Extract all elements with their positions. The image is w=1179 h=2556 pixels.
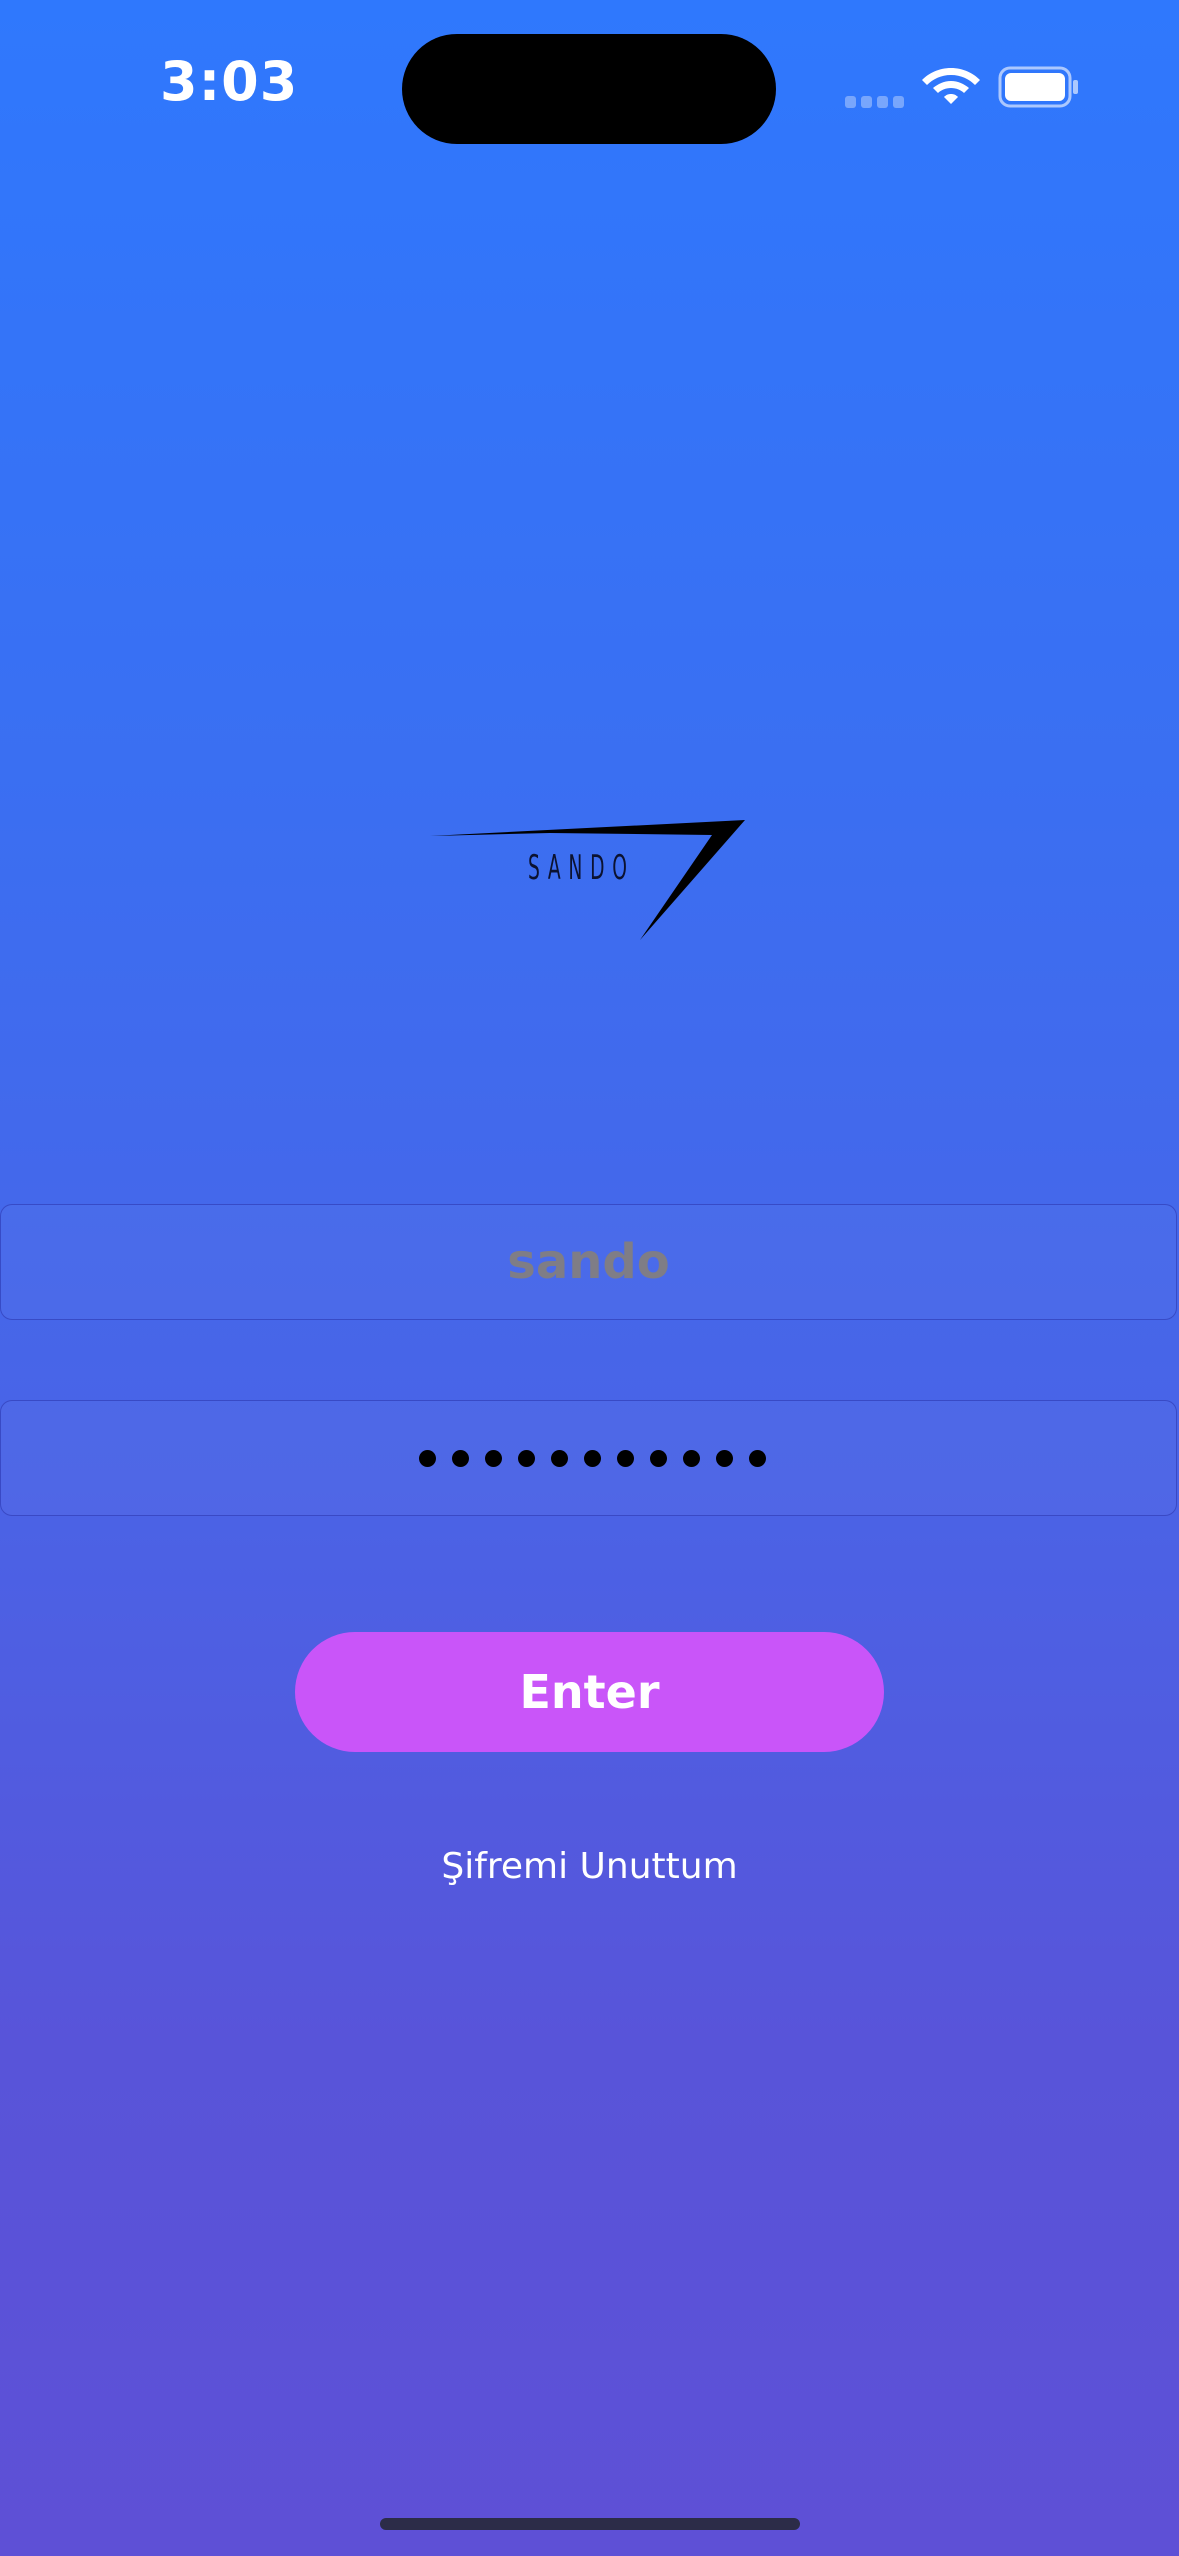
username-value: sando xyxy=(507,1234,670,1290)
cellular-signal-icon xyxy=(845,96,905,108)
password-dot xyxy=(518,1449,535,1467)
password-dot xyxy=(452,1449,469,1467)
password-dot xyxy=(485,1449,502,1467)
password-dot xyxy=(683,1449,700,1467)
battery-icon xyxy=(998,66,1078,108)
username-field[interactable]: sando xyxy=(0,1204,1177,1320)
wifi-icon xyxy=(922,68,980,104)
password-dot xyxy=(419,1449,436,1467)
password-dot xyxy=(716,1449,733,1467)
password-dot xyxy=(749,1449,766,1467)
forgot-password-link[interactable]: Şifremi Unuttum xyxy=(0,1846,1179,1887)
password-dot xyxy=(584,1449,601,1467)
password-dot xyxy=(617,1449,634,1467)
password-mask xyxy=(419,1449,766,1467)
logo-wordmark: SANDO xyxy=(528,848,635,888)
status-time: 3:03 xyxy=(160,50,299,113)
dynamic-island xyxy=(402,34,776,144)
password-dot xyxy=(551,1449,568,1467)
enter-button[interactable]: Enter xyxy=(295,1632,884,1752)
home-indicator[interactable] xyxy=(380,2518,800,2530)
password-dot xyxy=(650,1449,667,1467)
password-field[interactable] xyxy=(0,1400,1177,1516)
